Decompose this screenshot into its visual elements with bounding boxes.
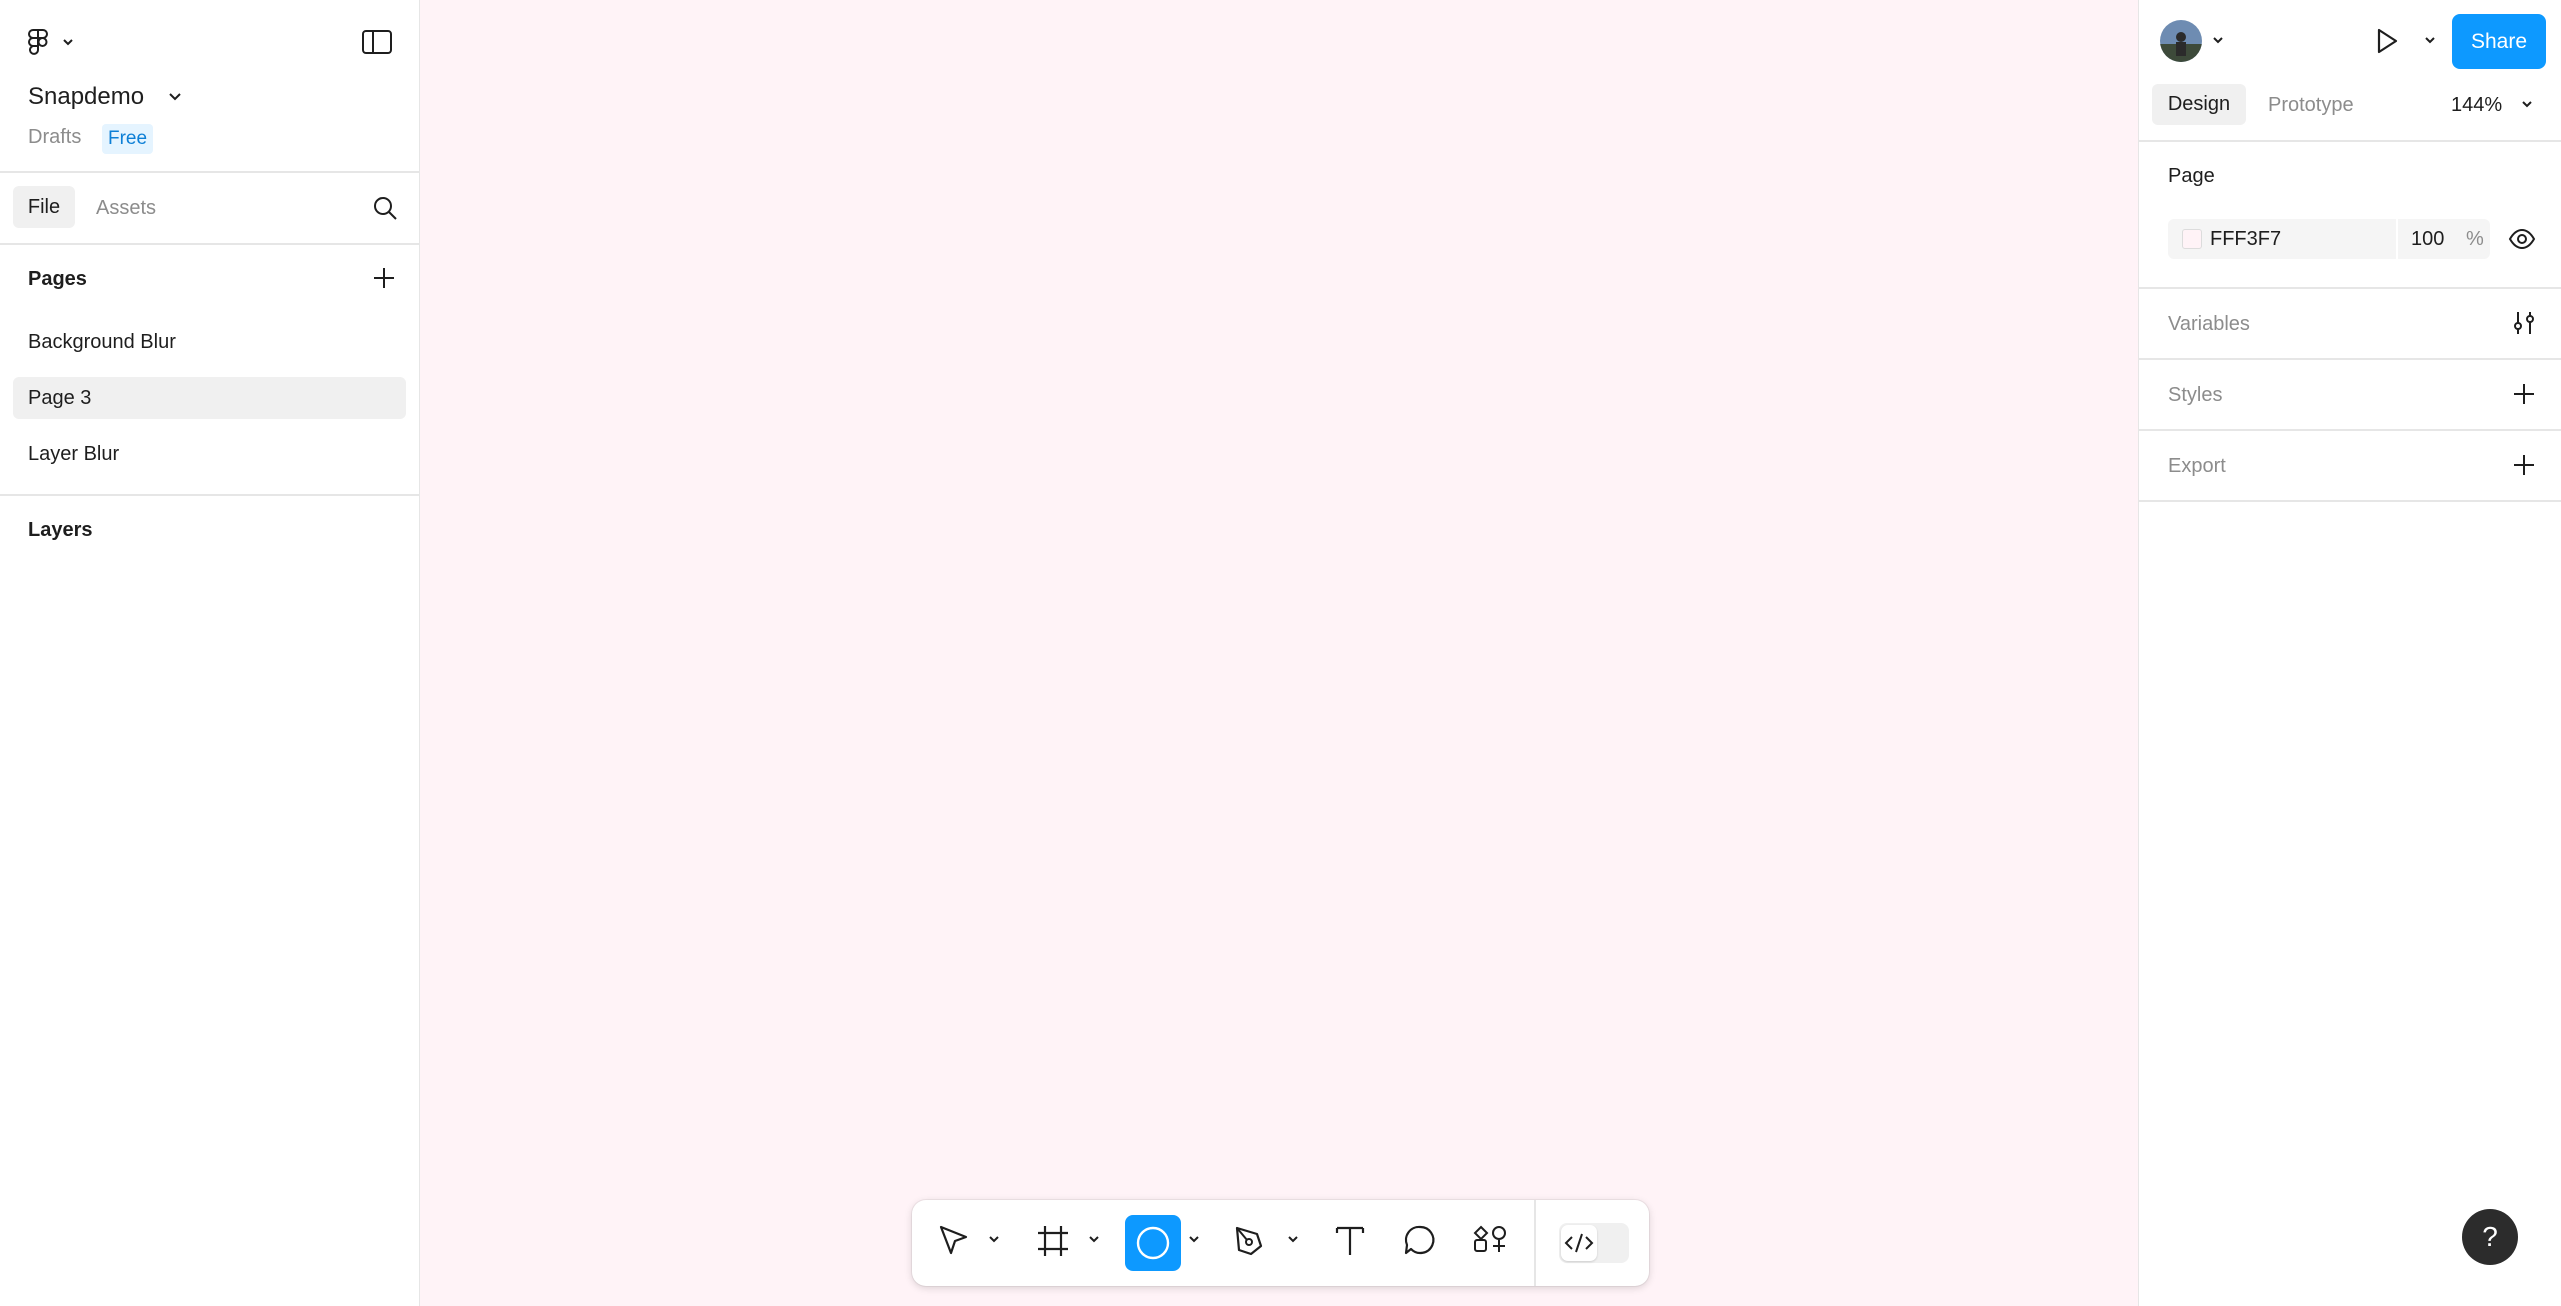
figma-menu-button[interactable] (28, 27, 80, 57)
file-name-chevron-icon[interactable] (168, 92, 182, 102)
export-heading: Export (2168, 455, 2226, 477)
bottom-toolbar (912, 1200, 1649, 1286)
canvas[interactable] (420, 0, 2138, 1306)
move-tool-icon[interactable] (936, 1219, 972, 1267)
search-icon[interactable] (372, 195, 398, 221)
fill-opacity-value[interactable]: 100 (2411, 228, 2444, 251)
zoom-level[interactable]: 144% (2451, 94, 2502, 117)
right-panel (2138, 0, 2561, 1306)
fill-opacity-unit: % (2466, 228, 2484, 250)
divider (0, 171, 420, 173)
avatar[interactable] (2160, 20, 2202, 62)
comment-tool-icon[interactable] (1402, 1219, 1438, 1267)
fill-hex-value[interactable]: FFF3F7 (2210, 228, 2281, 251)
add-page-icon[interactable] (372, 266, 396, 290)
left-panel: Snapdemo Drafts Free File Assets Pages B… (0, 0, 420, 1306)
avatar-chevron-icon[interactable] (2212, 36, 2224, 46)
tab-design[interactable]: Design (2152, 84, 2246, 125)
page-item-page-3[interactable]: Page 3 (13, 377, 406, 419)
divider (2139, 287, 2561, 289)
page-fill-field[interactable]: FFF3F7 100 % (2168, 219, 2490, 259)
variables-sliders-icon[interactable] (2511, 310, 2537, 336)
divider (2139, 358, 2561, 360)
color-swatch[interactable] (2182, 229, 2202, 249)
code-icon (1564, 1233, 1594, 1253)
layers-heading: Layers (28, 519, 93, 541)
chevron-down-icon (63, 39, 73, 46)
dev-mode-toggle[interactable] (1559, 1223, 1629, 1263)
pen-tool-chevron-icon[interactable] (1287, 1235, 1299, 1245)
divider (2139, 500, 2561, 502)
pen-tool-icon[interactable] (1232, 1219, 1268, 1267)
add-style-icon[interactable] (2512, 382, 2536, 406)
page-item-background-blur[interactable]: Background Blur (13, 321, 406, 363)
present-play-icon[interactable] (2374, 27, 2400, 55)
toggle-sidebar-icon[interactable] (362, 30, 392, 54)
pages-heading: Pages (28, 268, 87, 290)
drafts-link[interactable]: Drafts (28, 126, 81, 149)
tab-prototype[interactable]: Prototype (2268, 94, 2354, 117)
frame-tool-chevron-icon[interactable] (1088, 1235, 1100, 1245)
divider (2139, 140, 2561, 142)
divider (0, 243, 420, 245)
frame-tool-icon[interactable] (1035, 1219, 1071, 1267)
page-section-heading: Page (2168, 165, 2215, 187)
variables-heading: Variables (2168, 313, 2250, 335)
eye-icon[interactable] (2508, 226, 2536, 252)
figma-logo-icon (28, 29, 48, 55)
divider (2139, 429, 2561, 431)
divider (0, 494, 420, 496)
help-button[interactable]: ? (2462, 1209, 2518, 1265)
move-tool-chevron-icon[interactable] (988, 1235, 1000, 1245)
ellipse-icon (1136, 1226, 1170, 1260)
shape-tool-chevron-icon[interactable] (1188, 1235, 1200, 1245)
dev-mode-knob (1561, 1225, 1597, 1261)
actions-tool-icon[interactable] (1472, 1219, 1508, 1267)
file-name[interactable]: Snapdemo (28, 83, 144, 111)
page-item-layer-blur[interactable]: Layer Blur (13, 433, 406, 475)
tab-file[interactable]: File (13, 186, 75, 228)
tab-assets[interactable]: Assets (96, 197, 156, 220)
fill-divider (2396, 219, 2398, 259)
toolbar-divider (1534, 1200, 1536, 1286)
share-button[interactable]: Share (2452, 14, 2546, 69)
ellipse-tool-button[interactable] (1125, 1215, 1181, 1271)
styles-heading: Styles (2168, 384, 2223, 406)
text-tool-icon[interactable] (1332, 1219, 1368, 1267)
add-export-icon[interactable] (2512, 453, 2536, 477)
plan-badge[interactable]: Free (102, 124, 154, 154)
present-chevron-icon[interactable] (2424, 36, 2436, 46)
zoom-chevron-icon[interactable] (2521, 100, 2533, 110)
